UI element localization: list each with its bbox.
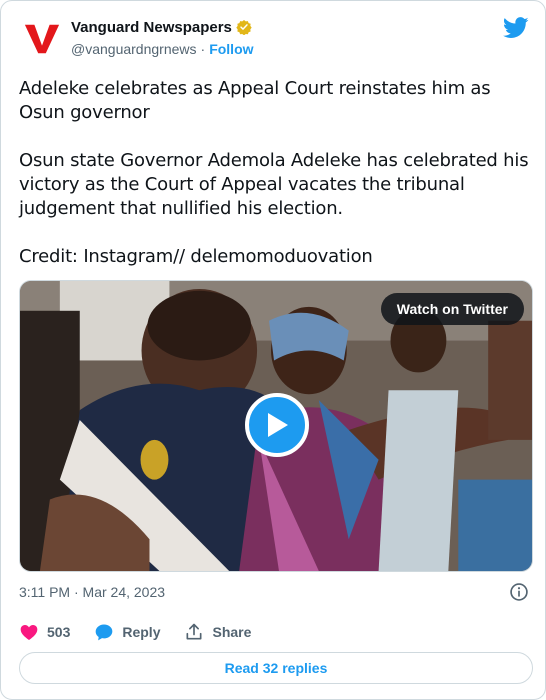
follow-button[interactable]: Follow [209,41,253,57]
author-handle[interactable]: @vanguardngrnews [71,41,197,57]
handle-separator: · [200,41,206,57]
tweet-body: Osun state Governor Ademola Adeleke has … [19,150,529,219]
tweet-text: Adeleke celebrates as Appeal Court reins… [19,77,531,269]
info-icon[interactable] [509,582,529,602]
like-count: 503 [47,624,71,640]
reply-button[interactable]: Reply [94,622,160,642]
play-icon [268,413,288,437]
tweet-header: Vanguard Newspapers @vanguardngrnews · F… [19,15,529,59]
author-name[interactable]: Vanguard Newspapers [71,19,232,36]
reply-icon [96,624,113,641]
like-button[interactable]: 503 [19,622,70,642]
verified-badge-icon [236,20,252,35]
twitter-bird-icon[interactable] [503,17,529,39]
share-label: Share [212,624,252,640]
share-icon [186,623,202,640]
vanguard-logo[interactable] [23,19,61,57]
tweet-credit: Credit: Instagram// delemomoduovation [19,246,373,267]
heart-icon [20,625,38,640]
tweet-headline: Adeleke celebrates as Appeal Court reins… [19,78,491,123]
tweet-actions: 503 Reply Share [19,621,275,643]
share-button[interactable]: Share [184,622,251,642]
tweet-card: Vanguard Newspapers @vanguardngrnews · F… [0,0,546,700]
video-player[interactable]: Watch on Twitter [19,280,533,572]
play-button[interactable] [245,393,309,457]
watch-on-twitter-button[interactable]: Watch on Twitter [380,293,524,325]
author-block: Vanguard Newspapers @vanguardngrnews · F… [71,17,254,59]
timestamp-row: 3:11 PM · Mar 24, 2023 [19,582,529,602]
reply-label: Reply [122,624,161,640]
tweet-timestamp[interactable]: 3:11 PM · Mar 24, 2023 [19,584,165,600]
read-replies-button[interactable]: Read 32 replies [19,652,533,684]
